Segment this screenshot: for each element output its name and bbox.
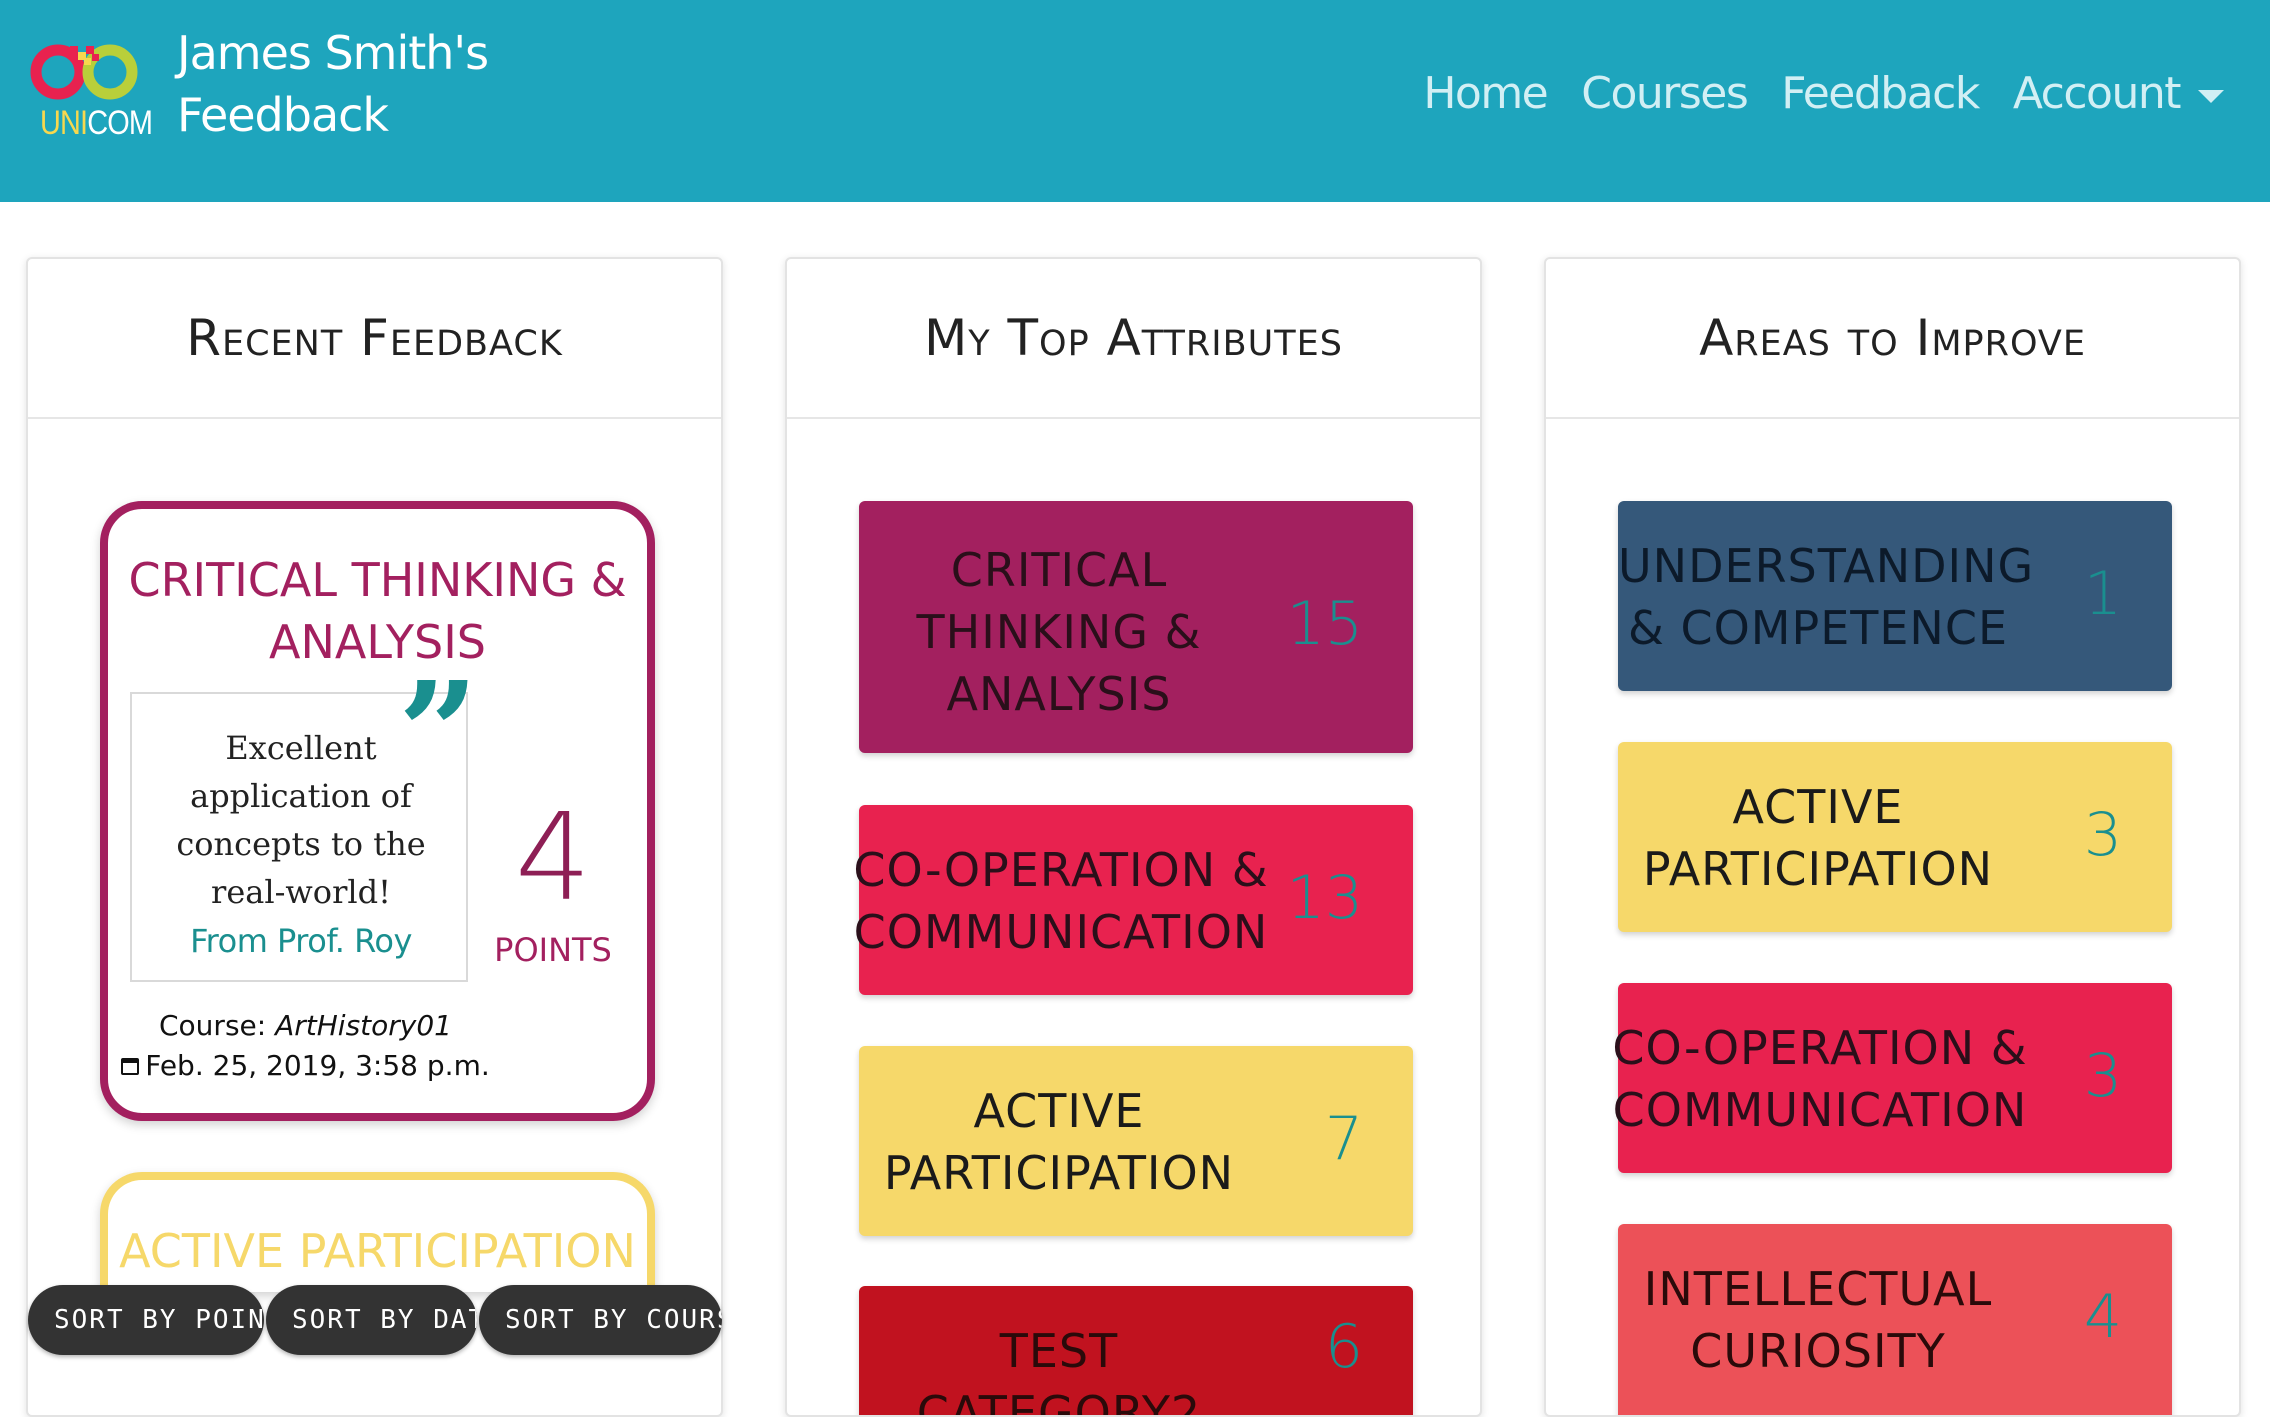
attribute-box[interactable]: ACTIVE PARTICIPATION 7 [859, 1046, 1413, 1236]
feedback-date: Feb. 25, 2019, 3:58 p.m. [108, 1049, 503, 1082]
label-line: & COMPETENCE [1627, 601, 2009, 655]
panel-header: Areas to Improve [1546, 259, 2239, 419]
attribute-count: 7 [1324, 1104, 1363, 1174]
attribute-count: 13 [1286, 863, 1363, 933]
improvement-box[interactable]: UNDERSTANDING & COMPETENCE 1 [1618, 501, 2172, 691]
improvement-count: 4 [2083, 1282, 2122, 1352]
page-title[interactable]: James Smith's Feedback [177, 22, 489, 146]
feedback-card[interactable]: ACTIVE PARTICIPATION [100, 1172, 655, 1292]
quote-line: concepts to the [176, 825, 426, 863]
sort-by-course-button[interactable]: SORT BY COURSE [479, 1285, 722, 1355]
panel-header: Recent Feedback [28, 259, 721, 419]
feedback-category: ACTIVE PARTICIPATION [119, 1224, 636, 1278]
label-line: CO-OPERATION & [1612, 1021, 2028, 1075]
improvement-label: INTELLECTUAL CURIOSITY [1618, 1258, 2018, 1382]
areas-to-improve-panel: Areas to Improve UNDERSTANDING & COMPETE… [1544, 257, 2241, 1417]
quote-line: real-world! [211, 873, 391, 911]
top-attributes-panel: My Top Attributes CRITICAL THINKING & AN… [785, 257, 1482, 1417]
recent-feedback-panel: Recent Feedback CRITICAL THINKING & ANAL… [26, 257, 723, 1417]
label-line: PARTICIPATION [883, 1146, 1235, 1200]
attribute-label: ACTIVE PARTICIPATION [859, 1080, 1259, 1204]
points-value: 4 [514, 789, 592, 928]
top-attributes-title: My Top Attributes [924, 309, 1343, 367]
attribute-label: CO-OPERATION & COMMUNICATION [841, 839, 1281, 963]
course-label: Course: [159, 1009, 267, 1042]
label-line: COMMUNICATION [1612, 1083, 2028, 1137]
date-text: Feb. 25, 2019, 3:58 p.m. [145, 1049, 490, 1082]
unicom-logo[interactable]: UNICOM [26, 38, 153, 148]
panel-header: My Top Attributes [787, 259, 1480, 419]
attribute-box[interactable]: TEST CATEGORY2 6 [859, 1286, 1413, 1417]
nav-courses-link[interactable]: Courses [1581, 68, 1749, 119]
attribute-count: 6 [1324, 1312, 1363, 1382]
feedback-category: CRITICAL THINKING & ANALYSIS [108, 509, 647, 673]
improvement-label: CO-OPERATION & COMMUNICATION [1600, 1017, 2040, 1141]
improvement-label: ACTIVE PARTICIPATION [1618, 776, 2018, 900]
improvement-box[interactable]: CO-OPERATION & COMMUNICATION 3 [1612, 983, 2172, 1173]
label-line: CRITICAL [950, 543, 1168, 597]
recent-feedback-title: Recent Feedback [186, 309, 563, 367]
label-line: PARTICIPATION [1642, 842, 1994, 896]
label-line: ANALYSIS [946, 667, 1172, 721]
account-label: Account [2012, 68, 2182, 119]
brand-line-1: James Smith's [177, 26, 489, 80]
label-line: CO-OPERATION & [853, 843, 1269, 897]
label-line: CURIOSITY [1690, 1324, 1946, 1378]
attribute-label: CRITICAL THINKING & ANALYSIS [859, 539, 1259, 725]
nav-links: Home Courses Feedback Account [1423, 68, 2224, 119]
improvement-count: 3 [2083, 1041, 2122, 1111]
quote-mark-icon: ” [398, 652, 479, 816]
sort-by-date-button[interactable]: SORT BY DATE [266, 1285, 477, 1355]
calendar-icon [121, 1058, 140, 1075]
logo-rings-icon [30, 44, 138, 100]
label-line: INTELLECTUAL [1643, 1262, 1993, 1316]
feedback-card[interactable]: CRITICAL THINKING & ANALYSIS Excellent a… [100, 501, 655, 1121]
nav-account-dropdown[interactable]: Account [2013, 68, 2224, 119]
sort-by-points-button[interactable]: SORT BY POINTS [28, 1285, 264, 1355]
label-line: ACTIVE [973, 1084, 1145, 1138]
category-line-1: CRITICAL THINKING & [128, 553, 627, 607]
improvement-count: 1 [2083, 559, 2122, 629]
logo-wordmark: UNICOM [40, 104, 153, 142]
label-line: UNDERSTANDING [1618, 539, 2035, 593]
brand-line-2: Feedback [177, 88, 389, 142]
label-line: ACTIVE [1732, 780, 1904, 834]
improvement-box[interactable]: ACTIVE PARTICIPATION 3 [1618, 742, 2172, 932]
quote-author: From Prof. Roy [190, 922, 412, 960]
attribute-label: TEST CATEGORY2 [859, 1320, 1259, 1417]
improvement-box[interactable]: INTELLECTUAL CURIOSITY 4 [1618, 1224, 2172, 1415]
caret-down-icon [2198, 89, 2224, 103]
course-name: ArtHistory01 [275, 1009, 452, 1042]
category-line-2: ANALYSIS [269, 615, 486, 669]
nav-home-link[interactable]: Home [1423, 68, 1548, 119]
improvement-label: UNDERSTANDING & COMPETENCE [1618, 535, 2035, 659]
attribute-box[interactable]: CRITICAL THINKING & ANALYSIS 15 [859, 501, 1413, 753]
navbar: UNICOM James Smith's Feedback Home Cours… [0, 0, 2270, 202]
label-line: COMMUNICATION [853, 905, 1269, 959]
label-line: TEST CATEGORY2 [916, 1324, 1202, 1417]
points-label: POINTS [494, 931, 612, 969]
nav-feedback-link[interactable]: Feedback [1781, 68, 1980, 119]
attribute-count: 15 [1286, 589, 1363, 659]
course-info: Course: ArtHistory01 [108, 1009, 503, 1042]
label-line: THINKING & [916, 605, 1202, 659]
attribute-box[interactable]: CO-OPERATION & COMMUNICATION 13 [853, 805, 1413, 995]
improvement-count: 3 [2083, 800, 2122, 870]
areas-to-improve-title: Areas to Improve [1699, 309, 2086, 367]
